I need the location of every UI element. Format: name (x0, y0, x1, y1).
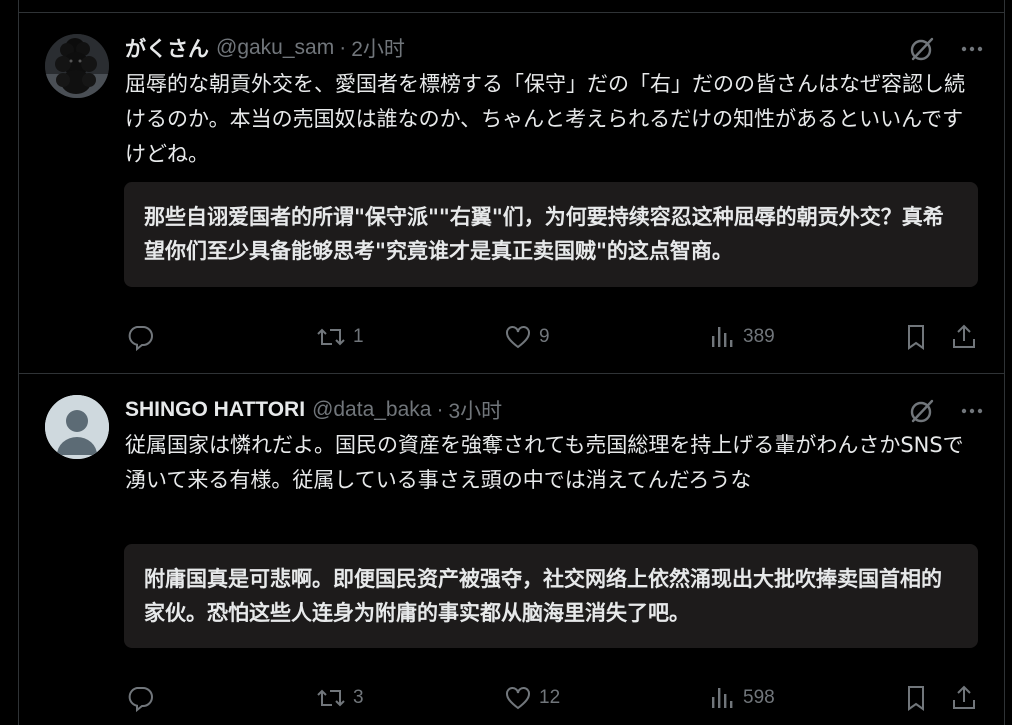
bookmark-icon (908, 325, 924, 350)
heart-icon (506, 687, 530, 710)
like-button[interactable]: 12 (503, 683, 560, 713)
tweet-actions: 1 9 389 (125, 322, 976, 352)
heart-icon (506, 326, 530, 349)
author-handle[interactable]: @data_baka (312, 398, 431, 422)
share-icon (953, 324, 975, 348)
poodle-avatar-icon (45, 34, 109, 98)
author-handle[interactable]: @gaku_sam (216, 36, 334, 60)
timestamp[interactable]: 3小时 (448, 395, 502, 425)
retweet-count: 1 (353, 326, 364, 347)
retweet-button[interactable]: 1 (315, 322, 364, 352)
translation-box: 那些自诩爱国者的所谓"保守派""右翼"们，为何要持续容忍这种屈辱的朝贡外交？真希… (124, 182, 978, 287)
avatar[interactable] (45, 395, 109, 459)
retweet-icon (317, 689, 345, 707)
separator: · (339, 36, 347, 59)
share-button[interactable] (949, 322, 979, 352)
tweet[interactable]: SHINGO HATTORI @data_baka · 3小时 従属国家は憐れだ… (19, 374, 1004, 725)
author-name[interactable]: がくさん (125, 33, 209, 63)
like-count: 12 (539, 687, 561, 708)
translation-box: 附庸国真是可悲啊。即便国民资产被强夺，社交网络上依然涌现出大批吹捧卖国首相的家伙… (124, 544, 978, 648)
tweet-text: 屈辱的な朝貢外交を、愛国者を標榜する「保守」だの「右」だのの皆さんはなぜ容認し続… (125, 72, 965, 166)
tweet-top-actions (908, 397, 984, 425)
default-user-avatar-icon (45, 395, 109, 459)
more-icon[interactable] (960, 399, 984, 423)
retweet-count: 3 (353, 687, 364, 708)
view-count: 389 (743, 326, 775, 347)
tweet-header: SHINGO HATTORI @data_baka · 3小时 (125, 395, 502, 425)
views-button[interactable]: 389 (707, 322, 775, 352)
grok-translate-icon[interactable] (908, 397, 936, 425)
views-button[interactable]: 598 (707, 683, 775, 713)
timeline: がくさん @gaku_sam · 2小时 屈辱的な朝貢外交を、愛国者を標榜する「… (18, 0, 1005, 725)
timestamp[interactable]: 2小时 (351, 33, 405, 63)
share-icon (953, 685, 975, 709)
tweet-text: 従属国家は憐れだよ。国民の資産を強奪されても売国総理を持上げる輩がわんさかSNS… (125, 433, 964, 492)
like-count: 9 (539, 326, 550, 347)
retweet-button[interactable]: 3 (315, 683, 364, 713)
separator: · (436, 398, 444, 421)
bookmark-button[interactable] (901, 322, 931, 352)
avatar[interactable] (45, 34, 109, 98)
bookmark-button[interactable] (901, 683, 931, 713)
retweet-icon (317, 328, 345, 346)
view-count: 598 (743, 687, 775, 708)
grok-translate-icon[interactable] (908, 35, 936, 63)
reply-icon (128, 326, 153, 352)
views-chart-icon (712, 327, 733, 347)
tweet-top-actions (908, 35, 984, 63)
reply-button[interactable] (125, 322, 161, 352)
tweet-header: がくさん @gaku_sam · 2小时 (125, 33, 405, 63)
author-name[interactable]: SHINGO HATTORI (125, 398, 305, 422)
bookmark-icon (908, 686, 924, 711)
reply-button[interactable] (125, 683, 161, 713)
like-button[interactable]: 9 (503, 322, 550, 352)
views-chart-icon (712, 688, 733, 708)
tweet[interactable]: がくさん @gaku_sam · 2小时 屈辱的な朝貢外交を、愛国者を標榜する「… (19, 13, 1004, 374)
reply-icon (128, 687, 153, 713)
share-button[interactable] (949, 683, 979, 713)
more-icon[interactable] (960, 37, 984, 61)
tweet-actions: 3 12 598 (125, 683, 976, 713)
